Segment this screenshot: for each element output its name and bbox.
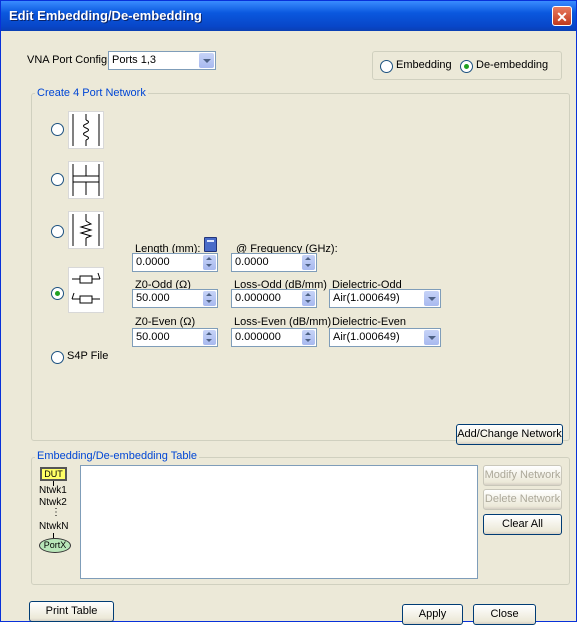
dielectric-even-value: Air(1.000649)	[333, 331, 400, 343]
embedding-radio[interactable]	[380, 60, 393, 73]
topology-radio-shunt-capacitor[interactable]	[51, 173, 64, 186]
z0-odd-spinbox[interactable]: 50.000	[132, 289, 218, 308]
modify-network-button[interactable]: Modify Network	[483, 465, 562, 486]
dielectric-even-select[interactable]: Air(1.000649)	[329, 328, 441, 347]
topology-radio-series-inductor[interactable]	[51, 123, 64, 136]
spin-arrows-icon[interactable]	[203, 255, 216, 270]
length-value: 0.0000	[136, 256, 170, 268]
embedding-label: Embedding	[396, 59, 452, 71]
z0-even-spinbox[interactable]: 50.000	[132, 328, 218, 347]
series-inductor-icon	[72, 114, 100, 146]
spin-arrows-icon[interactable]	[302, 330, 315, 345]
spin-arrows-icon[interactable]	[203, 330, 216, 345]
dialog-body: VNA Port Config Ports 1,3 Embedding De-e…	[4, 31, 573, 625]
dut-box: DUT	[40, 467, 67, 481]
shunt-inductor-icon	[72, 214, 100, 246]
dielectric-odd-select[interactable]: Air(1.000649)	[329, 289, 441, 308]
title-bar[interactable]: Edit Embedding/De-embedding ✕	[1, 1, 576, 31]
dielectric-even-label: Dielectric-Even	[332, 316, 406, 328]
clear-all-button[interactable]: Clear All	[483, 514, 562, 535]
frequency-value: 0.0000	[235, 256, 269, 268]
create-network-group-title: Create 4 Port Network	[35, 87, 148, 99]
shunt-capacitor-icon	[72, 164, 100, 196]
ntwkn-label: NtwkN	[39, 521, 69, 532]
deembedding-label: De-embedding	[476, 59, 549, 71]
close-button[interactable]: Close	[473, 604, 536, 625]
chevron-down-icon[interactable]	[424, 330, 439, 345]
spin-arrows-icon[interactable]	[203, 291, 216, 306]
apply-button[interactable]: Apply	[402, 604, 463, 625]
window-title: Edit Embedding/De-embedding	[9, 8, 202, 23]
frequency-spinbox[interactable]: 0.0000	[231, 253, 317, 272]
add-change-network-button[interactable]: Add/Change Network	[456, 424, 563, 445]
z0-even-label: Z0-Even (Ω)	[135, 316, 196, 328]
port-config-select[interactable]: Ports 1,3	[108, 51, 216, 70]
embedding-table-group-title: Embedding/De-embedding Table	[35, 450, 200, 462]
port-config-label: VNA Port Config	[27, 54, 108, 66]
dielectric-odd-value: Air(1.000649)	[333, 292, 400, 304]
loss-even-value: 0.000000	[235, 331, 281, 343]
chevron-down-icon[interactable]	[424, 291, 439, 306]
print-table-button[interactable]: Print Table	[29, 601, 114, 622]
calculator-display	[207, 240, 214, 242]
s4p-file-label: S4P File	[67, 350, 109, 362]
loss-even-spinbox[interactable]: 0.000000	[231, 328, 317, 347]
spin-arrows-icon[interactable]	[302, 291, 315, 306]
delete-network-button[interactable]: Delete Network	[483, 489, 562, 510]
z0-even-value: 50.000	[136, 331, 170, 343]
z0-odd-value: 50.000	[136, 292, 170, 304]
topology-radio-s4p-file[interactable]	[51, 351, 64, 364]
close-window-button[interactable]: ✕	[552, 6, 572, 26]
loss-odd-value: 0.000000	[235, 292, 281, 304]
length-spinbox[interactable]: 0.0000	[132, 253, 218, 272]
chevron-down-icon[interactable]	[199, 53, 214, 68]
loss-odd-spinbox[interactable]: 0.000000	[231, 289, 317, 308]
series-inductor-schematic	[68, 111, 104, 149]
portx-oval: PortX	[39, 538, 71, 553]
ellipsis-icon: ⋮	[51, 507, 61, 518]
coupled-line-schematic	[68, 267, 104, 313]
port-config-value: Ports 1,3	[112, 54, 157, 66]
topology-radio-coupled-line[interactable]	[51, 287, 64, 300]
topology-radio-shunt-inductor[interactable]	[51, 225, 64, 238]
table-diagram: DUT Ntwk1 Ntwk2 ⋮ NtwkN PortX	[37, 467, 77, 577]
coupled-line-icon	[71, 272, 101, 304]
calculator-icon[interactable]	[204, 237, 217, 252]
loss-even-label: Loss-Even (dB/mm)	[234, 316, 332, 328]
ntwk1-label: Ntwk1	[39, 485, 67, 496]
shunt-inductor-schematic	[68, 211, 104, 249]
edit-embedding-dialog: Edit Embedding/De-embedding ✕ VNA Port C…	[0, 0, 577, 625]
deembedding-radio[interactable]	[460, 60, 473, 73]
shunt-capacitor-schematic	[68, 161, 104, 199]
network-table-list[interactable]	[80, 465, 478, 579]
spin-arrows-icon[interactable]	[302, 255, 315, 270]
